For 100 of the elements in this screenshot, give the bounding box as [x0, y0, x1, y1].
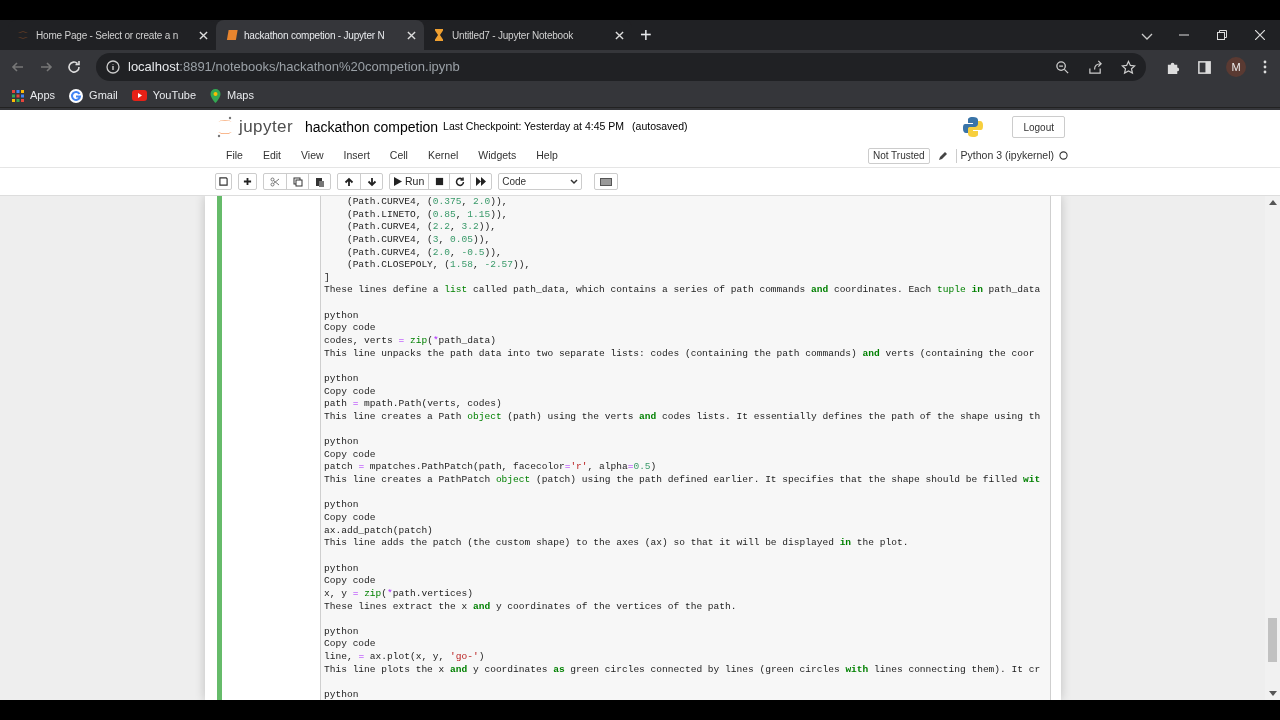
apps-grid-icon	[12, 89, 24, 102]
zoom-out-icon[interactable]	[1055, 59, 1070, 75]
cell-type-dropdown[interactable]: Code	[498, 173, 583, 190]
plus-icon	[243, 177, 252, 186]
code-line: (Path.LINETO, (0.85, 1.15)),	[345, 208, 509, 222]
menu-item[interactable]: File	[216, 147, 253, 164]
bookmark-link[interactable]: Gmail	[69, 87, 118, 104]
map-pin-icon	[210, 88, 222, 103]
hourglass-icon	[432, 28, 446, 42]
logout-button[interactable]: Logout	[1012, 116, 1065, 138]
code-line: These lines extract the x and y coordinates of the vertices of the path.	[324, 600, 738, 614]
code-line: Copy code	[324, 638, 377, 652]
keyboard-shortcuts-button[interactable]	[594, 173, 619, 190]
copy-icon	[292, 176, 303, 187]
g-logo-icon	[69, 88, 84, 103]
code-line: patch = mpatches.PathPatch(path, facecolor='r', alpha=0.5)	[324, 461, 658, 475]
checkpoint-text: Last Checkpoint: Yesterday at 4:45 PM	[443, 119, 625, 135]
restart-icon	[455, 176, 466, 187]
new-tab-button[interactable]: +	[640, 25, 652, 45]
code-line: x, y = zip(*path.vertices)	[324, 587, 474, 601]
code-line: (Path.CLOSEPOLY, (1.58, -2.57)),	[345, 259, 532, 272]
code-line: (Path.CURVE4, (2.2, 3.2)),	[345, 221, 497, 234]
pencil-icon[interactable]	[937, 150, 948, 161]
code-line: python	[324, 372, 360, 386]
share-icon[interactable]	[1088, 59, 1103, 75]
tab-title: Home Page - Select or create a n	[36, 28, 179, 43]
menu-item[interactable]: Edit	[252, 147, 291, 164]
autosave-status: (autosaved)	[632, 119, 688, 135]
code-line: codes, verts = zip(*path_data)	[324, 335, 497, 348]
chevron-down-icon	[570, 178, 579, 185]
python-logo-icon	[962, 116, 985, 138]
code-line: ax.add_patch(patch)	[324, 524, 434, 538]
clipboard-icon	[314, 176, 325, 187]
code-line: This line creates a Path object (path) using the verts and codes lists. It essentially defines the path of the shape using th	[324, 410, 1042, 424]
bookmark-link[interactable]: Apps	[12, 87, 56, 104]
info-icon[interactable]	[106, 60, 120, 74]
menu-item[interactable]: Widgets	[468, 147, 527, 164]
tab-title: hackathon competion - Jupyter N	[244, 28, 386, 43]
jupyter-logo-text[interactable]: jupyter	[239, 114, 293, 140]
code-line: Copy code	[324, 512, 377, 525]
arrow-down-icon	[366, 176, 377, 187]
code-line: ]	[324, 271, 331, 285]
code-line: This line adds the patch (the custom shape) to the axes (ax) so that it will be displayed in the plot.	[324, 537, 910, 550]
code-line: python	[324, 689, 360, 700]
notebook-icon	[224, 28, 238, 42]
bookmark-link[interactable]: YouTube	[131, 87, 197, 104]
scroll-down-icon[interactable]	[1268, 691, 1277, 696]
arrow-up-icon	[344, 176, 354, 187]
scrollbar-thumb[interactable]	[1268, 618, 1277, 662]
code-line: Copy code	[324, 385, 377, 399]
reload-icon[interactable]	[66, 59, 82, 75]
code-line: python	[324, 625, 360, 639]
insert-cell-button[interactable]	[238, 173, 257, 190]
code-line: python	[324, 562, 360, 576]
tab-title: Untitled7 - Jupyter Notebook	[452, 28, 575, 43]
menu-item[interactable]: Help	[526, 147, 568, 164]
kernel-idle-icon	[1059, 151, 1068, 160]
star-icon[interactable]	[1121, 59, 1136, 75]
code-line: Copy code	[324, 575, 377, 588]
code-line: python	[324, 499, 360, 512]
menu-item[interactable]: Kernel	[417, 147, 469, 164]
menu-item[interactable]: Insert	[333, 147, 380, 164]
close-window-icon[interactable]	[1255, 30, 1265, 40]
code-line: These lines define a list called path_data, which contains a series of path commands and coordinates. Each tuple in path_data	[324, 284, 1042, 298]
code-line: line, = ax.plot(x, y, 'go-')	[324, 651, 486, 664]
trust-indicator[interactable]: Not Trusted	[867, 147, 930, 164]
code-line: This line creates a PathPatch object (patch) using the path defined earlier. It specifies that the shape should be filled wit	[324, 474, 1042, 487]
code-line: (Path.CURVE4, (0.375, 2.0)),	[345, 196, 509, 209]
code-line: (Path.CURVE4, (2.0, -0.5)),	[345, 246, 503, 260]
address-bar[interactable]: localhost:8891/notebooks/hackathon%20competion.ipynb	[96, 53, 1146, 81]
close-icon[interactable]	[199, 30, 208, 40]
play-logo-icon	[131, 90, 147, 101]
save-icon	[219, 177, 228, 186]
chevron-down-icon[interactable]	[1141, 33, 1153, 41]
menu-item[interactable]: View	[291, 147, 334, 164]
code-line: (Path.CURVE4, (3, 0.05)),	[345, 233, 492, 247]
bookmark-link[interactable]: Maps	[210, 87, 254, 104]
code-line: path = mpath.Path(verts, codes)	[324, 398, 503, 411]
side-panel-icon[interactable]	[1197, 59, 1212, 75]
code-line: Copy code	[324, 448, 377, 462]
keyboard-icon	[600, 177, 613, 186]
run-button[interactable]: Run	[390, 174, 429, 189]
code-line: This line unpacks the path data into two separate lists: codes (containing the path commands) and verts (containing the coor	[324, 347, 1036, 361]
kernel-name: Python 3 (ipykernel)	[960, 147, 1054, 163]
code-line: Copy code	[324, 322, 377, 336]
close-icon[interactable]	[615, 30, 624, 40]
restore-icon[interactable]	[1217, 30, 1227, 40]
scissors-icon	[270, 176, 280, 187]
scroll-up-icon[interactable]	[1268, 200, 1277, 205]
play-icon	[394, 177, 402, 186]
save-button[interactable]	[215, 173, 232, 190]
profile-avatar[interactable]: M	[1226, 57, 1246, 77]
url-text: localhost:8891/notebooks/hackathon%20competion.ipynb	[128, 58, 461, 77]
browser-tab[interactable]: hackathon competion - Jupyter N	[216, 20, 424, 50]
code-line: python	[324, 309, 360, 323]
code-line: python	[324, 436, 360, 449]
notebook-name[interactable]: hackathon competion	[305, 116, 439, 138]
close-icon[interactable]	[407, 30, 416, 40]
menu-item[interactable]: Cell	[379, 147, 418, 164]
stop-icon	[434, 177, 444, 186]
